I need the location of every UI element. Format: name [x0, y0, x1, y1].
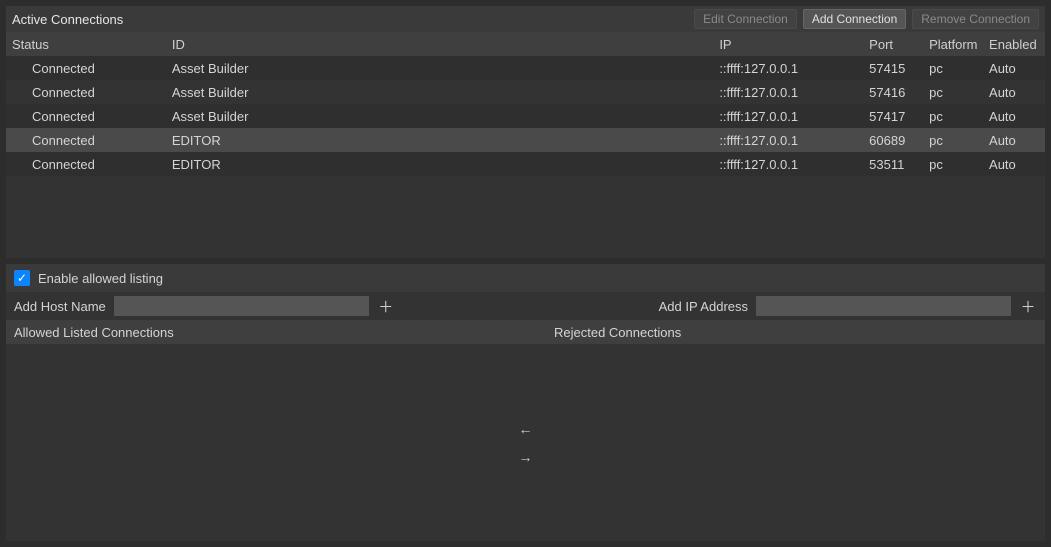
add-host-button[interactable]: ＋	[377, 297, 395, 315]
col-header-status[interactable]: Status	[12, 37, 172, 52]
cell-platform: pc	[929, 109, 989, 124]
table-row[interactable]: ConnectedAsset Builder::ffff:127.0.0.157…	[6, 80, 1045, 104]
add-host-label: Add Host Name	[14, 299, 106, 314]
enable-allowed-listing-row: ✓ Enable allowed listing	[6, 264, 1045, 292]
transfer-arrows: ← →	[506, 344, 546, 541]
cell-port: 57415	[869, 61, 929, 76]
cell-enabled: Auto	[989, 157, 1039, 172]
add-connection-button[interactable]: Add Connection	[803, 9, 906, 29]
cell-id: Asset Builder	[172, 61, 719, 76]
plus-icon: ＋	[378, 296, 393, 317]
move-left-button[interactable]: ←	[516, 419, 536, 439]
panel-title: Active Connections	[12, 12, 688, 27]
col-header-port[interactable]: Port	[869, 37, 929, 52]
cell-status: Connected	[12, 85, 172, 100]
cell-id: EDITOR	[172, 157, 719, 172]
cell-status: Connected	[12, 61, 172, 76]
move-right-button[interactable]: →	[516, 447, 536, 467]
cell-enabled: Auto	[989, 109, 1039, 124]
enable-allowed-listing-checkbox[interactable]: ✓	[14, 270, 30, 286]
lists-body: ← →	[6, 344, 1045, 541]
cell-port: 60689	[869, 133, 929, 148]
plus-icon: ＋	[1020, 296, 1035, 317]
cell-ip: ::ffff:127.0.0.1	[719, 157, 869, 172]
cell-ip: ::ffff:127.0.0.1	[719, 85, 869, 100]
cell-port: 57416	[869, 85, 929, 100]
col-header-id[interactable]: ID	[172, 37, 719, 52]
add-host-ip-row: Add Host Name ＋ Add IP Address ＋	[6, 292, 1045, 320]
add-ip-button[interactable]: ＋	[1019, 297, 1037, 315]
cell-enabled: Auto	[989, 133, 1039, 148]
allowed-list-header: Allowed Listed Connections	[14, 325, 514, 340]
add-ip-input[interactable]	[756, 296, 1011, 316]
table-row[interactable]: ConnectedEDITOR::ffff:127.0.0.153511pcAu…	[6, 152, 1045, 176]
enable-allowed-listing-label: Enable allowed listing	[38, 271, 163, 286]
cell-platform: pc	[929, 133, 989, 148]
cell-port: 57417	[869, 109, 929, 124]
rejected-list-header: Rejected Connections	[554, 325, 1037, 340]
table-row[interactable]: ConnectedAsset Builder::ffff:127.0.0.157…	[6, 104, 1045, 128]
table-row[interactable]: ConnectedAsset Builder::ffff:127.0.0.157…	[6, 56, 1045, 80]
cell-platform: pc	[929, 157, 989, 172]
allowed-listing-panel: ✓ Enable allowed listing Add Host Name ＋…	[6, 264, 1045, 541]
add-host-input[interactable]	[114, 296, 369, 316]
col-header-enabled[interactable]: Enabled	[989, 37, 1039, 52]
edit-connection-button[interactable]: Edit Connection	[694, 9, 797, 29]
cell-ip: ::ffff:127.0.0.1	[719, 133, 869, 148]
cell-status: Connected	[12, 157, 172, 172]
add-ip-label: Add IP Address	[659, 299, 748, 314]
cell-platform: pc	[929, 61, 989, 76]
arrow-left-icon: ←	[519, 421, 533, 437]
allowed-list[interactable]	[6, 344, 506, 541]
cell-id: EDITOR	[172, 133, 719, 148]
arrow-right-icon: →	[519, 449, 533, 465]
remove-connection-button[interactable]: Remove Connection	[912, 9, 1039, 29]
cell-enabled: Auto	[989, 61, 1039, 76]
cell-ip: ::ffff:127.0.0.1	[719, 109, 869, 124]
cell-id: Asset Builder	[172, 85, 719, 100]
connections-table-header: Status ID IP Port Platform Enabled	[6, 32, 1045, 56]
cell-enabled: Auto	[989, 85, 1039, 100]
cell-platform: pc	[929, 85, 989, 100]
rejected-list[interactable]	[546, 344, 1046, 541]
active-connections-header: Active Connections Edit Connection Add C…	[6, 6, 1045, 32]
cell-ip: ::ffff:127.0.0.1	[719, 61, 869, 76]
cell-id: Asset Builder	[172, 109, 719, 124]
active-connections-panel: Active Connections Edit Connection Add C…	[6, 6, 1045, 258]
check-icon: ✓	[17, 271, 27, 285]
col-header-platform[interactable]: Platform	[929, 37, 989, 52]
col-header-ip[interactable]: IP	[719, 37, 869, 52]
cell-status: Connected	[12, 109, 172, 124]
lists-header-row: Allowed Listed Connections Rejected Conn…	[6, 320, 1045, 344]
cell-status: Connected	[12, 133, 172, 148]
cell-port: 53511	[869, 157, 929, 172]
connections-table-body: ConnectedAsset Builder::ffff:127.0.0.157…	[6, 56, 1045, 258]
table-row[interactable]: ConnectedEDITOR::ffff:127.0.0.160689pcAu…	[6, 128, 1045, 152]
